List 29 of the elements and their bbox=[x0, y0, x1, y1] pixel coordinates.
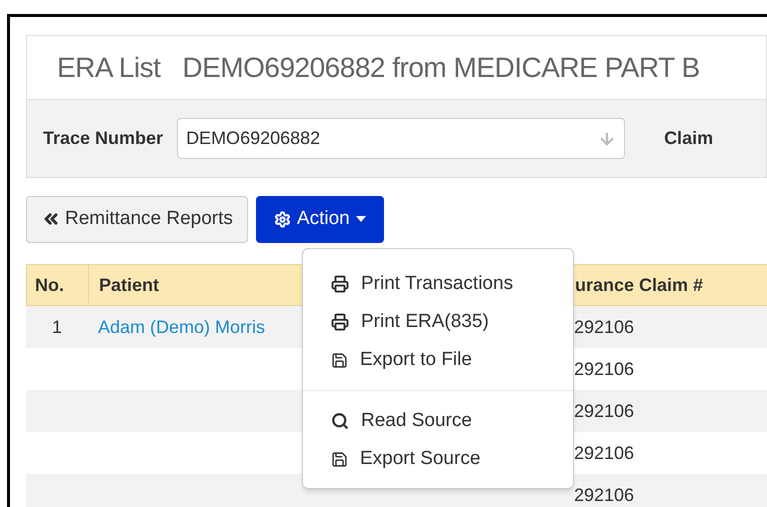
printer-icon bbox=[331, 275, 349, 293]
arrow-down-icon bbox=[598, 130, 616, 148]
column-header: No. bbox=[27, 265, 89, 305]
menu-item[interactable]: Export Source bbox=[303, 440, 573, 478]
claim-label: Claim bbox=[664, 127, 714, 150]
menu-item[interactable]: Print Transactions bbox=[303, 265, 573, 303]
printer-icon bbox=[331, 313, 349, 331]
save-icon bbox=[331, 352, 348, 368]
remittance-reports-button[interactable]: Remittance Reports bbox=[26, 196, 248, 242]
trace-number-field[interactable]: DEMO69206882 bbox=[177, 118, 626, 159]
table-cell-text: 292106 bbox=[573, 400, 634, 422]
table-cell-text: 1 bbox=[50, 316, 63, 338]
table-cell-text: 292106 bbox=[573, 358, 634, 380]
menu-item[interactable]: Print ERA(835) bbox=[303, 303, 573, 341]
trace-number-label: Trace Number bbox=[43, 127, 164, 150]
menu-item[interactable]: Read Source bbox=[303, 402, 573, 440]
column-header: Patient bbox=[99, 274, 160, 296]
search-icon bbox=[331, 412, 349, 430]
menu-item[interactable]: Export to File bbox=[303, 341, 573, 379]
table-cell-text: 292106 bbox=[573, 316, 634, 338]
save-icon bbox=[331, 450, 348, 468]
table-cell-text: 292106 bbox=[573, 484, 634, 506]
page-title: ERA List bbox=[57, 50, 160, 84]
gear-icon bbox=[274, 210, 291, 228]
caret-icon bbox=[356, 216, 366, 222]
column-header: urance Claim # bbox=[574, 274, 704, 296]
action-button[interactable]: Action bbox=[256, 196, 384, 242]
page-subtitle: DEMO69206882 from MEDICARE PART B bbox=[182, 50, 700, 84]
table-cell-text: 292106 bbox=[573, 442, 634, 464]
